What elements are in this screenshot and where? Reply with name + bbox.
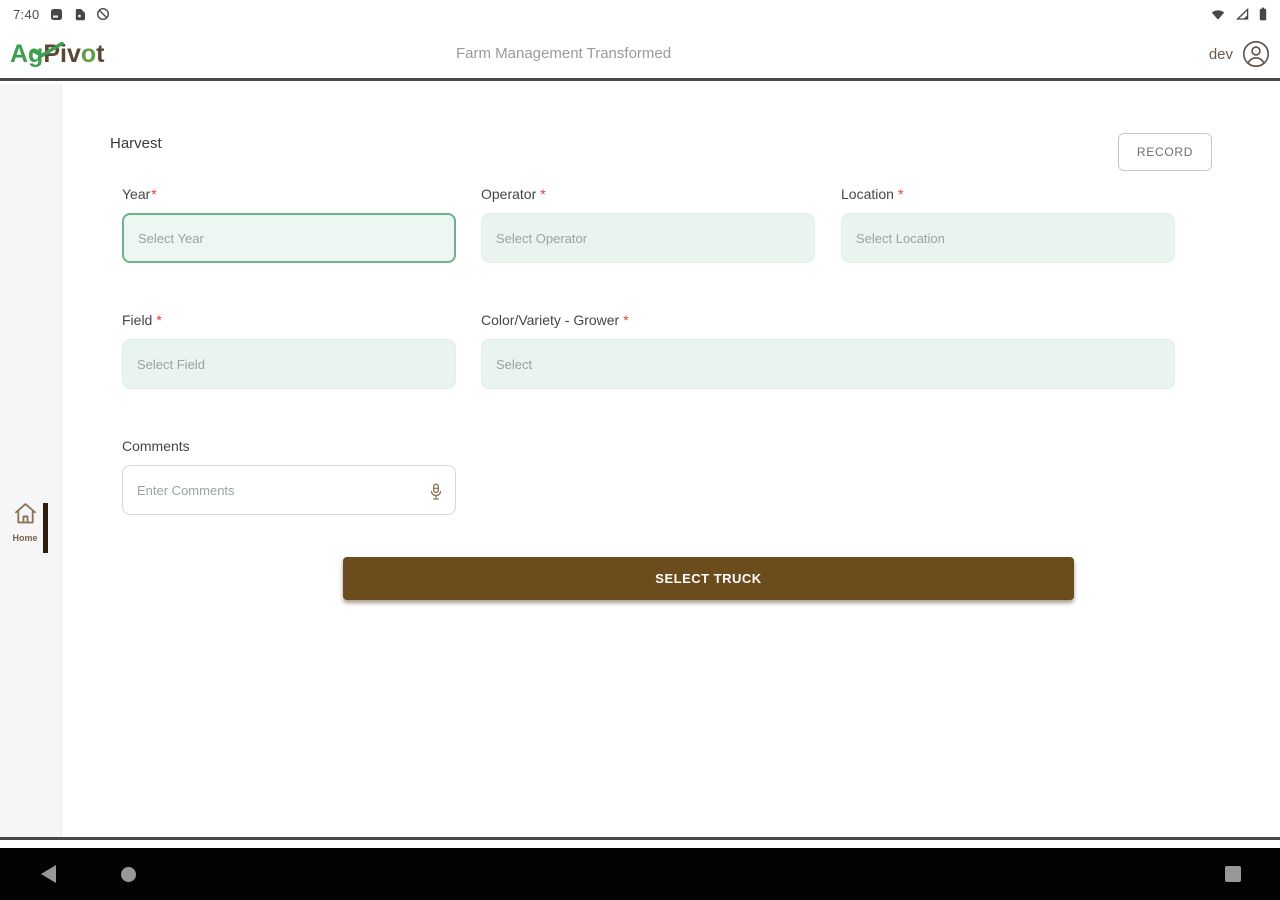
logo-check-icon bbox=[31, 33, 65, 67]
android-nav-bar bbox=[0, 848, 1280, 900]
battery-icon bbox=[1259, 7, 1267, 21]
status-time: 7:40 bbox=[13, 6, 40, 22]
nav-home-icon[interactable] bbox=[121, 867, 136, 882]
select-truck-button[interactable]: SELECT TRUCK bbox=[343, 557, 1074, 600]
field-group-operator: Operator * bbox=[481, 186, 815, 263]
field-label: Field bbox=[122, 312, 153, 328]
location-input[interactable] bbox=[841, 213, 1175, 263]
wifi-icon bbox=[1211, 9, 1225, 20]
sidebar-active-indicator bbox=[43, 503, 48, 553]
sim-icon bbox=[73, 8, 86, 21]
operator-required-marker: * bbox=[540, 186, 546, 202]
location-required-marker: * bbox=[897, 186, 904, 202]
voice-input-button[interactable] bbox=[426, 481, 446, 506]
app-window: 7:40 AgPivot Farm Management Transformed… bbox=[0, 0, 1280, 840]
screen: 7:40 AgPivot Farm Management Transformed… bbox=[0, 0, 1280, 900]
status-right bbox=[1211, 7, 1267, 21]
field-group-field: Field * bbox=[122, 312, 456, 389]
data-saver-icon bbox=[96, 7, 110, 21]
page-title: Harvest bbox=[110, 135, 162, 152]
field-group-location: Location * bbox=[841, 186, 1175, 263]
comments-input-wrap bbox=[122, 465, 456, 515]
agpivot-logo[interactable]: AgPivot bbox=[10, 37, 104, 71]
field-group-color-variety-grower: Color/Variety - Grower * bbox=[481, 312, 1175, 389]
location-label: Location bbox=[841, 186, 894, 202]
operator-label: Operator bbox=[481, 186, 537, 202]
field-input[interactable] bbox=[122, 339, 456, 389]
app-body: Home Harvest RECORD Year* Operator* Loca… bbox=[0, 84, 1280, 837]
color-variety-grower-required-marker: * bbox=[623, 312, 629, 328]
status-bar: 7:40 bbox=[0, 0, 1280, 28]
user-name: dev bbox=[1208, 45, 1233, 63]
mic-icon bbox=[426, 481, 446, 506]
color-variety-grower-label: Color/Variety - Grower bbox=[481, 312, 620, 328]
operator-input[interactable] bbox=[481, 213, 815, 263]
status-left: 7:40 bbox=[13, 7, 110, 22]
user-area: dev bbox=[1209, 40, 1270, 68]
record-button[interactable]: RECORD bbox=[1118, 133, 1212, 171]
comments-input[interactable] bbox=[122, 465, 456, 515]
nav-recents-icon[interactable] bbox=[1225, 866, 1241, 882]
field-group-year: Year* bbox=[122, 186, 456, 263]
app-header: AgPivot Farm Management Transformed dev bbox=[0, 28, 1280, 81]
field-group-comments: Comments bbox=[122, 438, 456, 515]
comments-label: Comments bbox=[122, 438, 190, 454]
account-circle-icon[interactable] bbox=[1242, 40, 1270, 68]
sidebar-item-home-label: Home bbox=[12, 533, 38, 543]
year-label: Year bbox=[122, 186, 151, 202]
year-input[interactable] bbox=[122, 213, 456, 263]
main-content: Harvest RECORD Year* Operator* Location* bbox=[62, 84, 1280, 837]
field-required-marker: * bbox=[156, 312, 162, 328]
year-required-marker: * bbox=[151, 186, 157, 202]
logo-text-o: o bbox=[80, 40, 97, 68]
color-variety-grower-input[interactable] bbox=[481, 339, 1175, 389]
logo-text-t: t bbox=[96, 40, 105, 68]
app-tagline: Farm Management Transformed bbox=[456, 45, 672, 62]
nav-back-icon[interactable] bbox=[41, 865, 56, 883]
home-icon bbox=[12, 503, 39, 531]
screenshot-icon bbox=[50, 8, 63, 21]
sidebar: Home bbox=[0, 84, 62, 837]
signal-icon bbox=[1235, 8, 1249, 20]
sidebar-item-home[interactable]: Home bbox=[8, 500, 42, 543]
